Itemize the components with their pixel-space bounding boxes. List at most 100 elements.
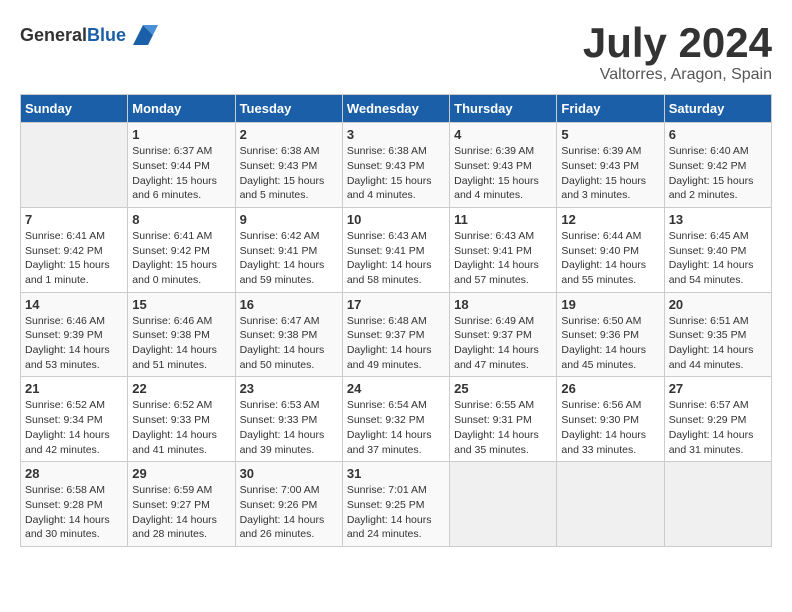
day-info: Sunrise: 6:41 AMSunset: 9:42 PMDaylight:…: [132, 229, 230, 288]
logo: GeneralBlue: [20, 20, 158, 50]
calendar-cell: 13Sunrise: 6:45 AMSunset: 9:40 PMDayligh…: [664, 207, 771, 292]
day-header-tuesday: Tuesday: [235, 95, 342, 123]
day-number: 8: [132, 212, 230, 227]
calendar-cell: 1 Sunrise: 6:37 AMSunset: 9:44 PMDaylight…: [128, 123, 235, 208]
day-info: Sunrise: 7:00 AMSunset: 9:26 PMDaylight:…: [240, 483, 338, 542]
calendar-cell: 14 Sunrise: 6:46 AMSunset: 9:39 PMDayligh…: [21, 292, 128, 377]
day-info: Sunrise: 6:51 AMSunset: 9:35 PMDaylight:…: [669, 314, 767, 373]
day-info: Sunrise: 6:38 AMSunset: 9:43 PMDaylight:…: [240, 144, 338, 203]
day-number: 30: [240, 466, 338, 481]
calendar-cell: 26Sunrise: 6:56 AMSunset: 9:30 PMDayligh…: [557, 377, 664, 462]
day-info: Sunrise: 6:44 AMSunset: 9:40 PMDaylight:…: [561, 229, 659, 288]
day-info: Sunrise: 6:43 AMSunset: 9:41 PMDaylight:…: [347, 229, 445, 288]
day-info: Sunrise: 6:38 AMSunset: 9:43 PMDaylight:…: [347, 144, 445, 203]
calendar-header-row: SundayMondayTuesdayWednesdayThursdayFrid…: [21, 95, 772, 123]
day-header-friday: Friday: [557, 95, 664, 123]
day-number: 27: [669, 381, 767, 396]
day-info: Sunrise: 6:54 AMSunset: 9:32 PMDaylight:…: [347, 398, 445, 457]
day-header-monday: Monday: [128, 95, 235, 123]
calendar-week-4: 21Sunrise: 6:52 AMSunset: 9:34 PMDayligh…: [21, 377, 772, 462]
day-number: 1: [132, 127, 230, 142]
header: GeneralBlue July 2024 Valtorres, Aragon,…: [20, 20, 772, 84]
day-header-thursday: Thursday: [450, 95, 557, 123]
calendar-cell: 3 Sunrise: 6:38 AMSunset: 9:43 PMDaylight…: [342, 123, 449, 208]
day-number: 9: [240, 212, 338, 227]
day-info: Sunrise: 6:52 AMSunset: 9:33 PMDaylight:…: [132, 398, 230, 457]
day-info: Sunrise: 6:50 AMSunset: 9:36 PMDaylight:…: [561, 314, 659, 373]
day-number: 24: [347, 381, 445, 396]
day-info: Sunrise: 7:01 AMSunset: 9:25 PMDaylight:…: [347, 483, 445, 542]
calendar-cell: 11 Sunrise: 6:43 AMSunset: 9:41 PMDayligh…: [450, 207, 557, 292]
calendar-cell: 12 Sunrise: 6:44 AMSunset: 9:40 PMDayligh…: [557, 207, 664, 292]
day-number: 17: [347, 297, 445, 312]
calendar-body: 1 Sunrise: 6:37 AMSunset: 9:44 PMDaylight…: [21, 123, 772, 547]
day-number: 7: [25, 212, 123, 227]
calendar-table: SundayMondayTuesdayWednesdayThursdayFrid…: [20, 94, 772, 547]
calendar-cell: 6Sunrise: 6:40 AMSunset: 9:42 PMDaylight…: [664, 123, 771, 208]
day-number: 19: [561, 297, 659, 312]
calendar-week-5: 28Sunrise: 6:58 AMSunset: 9:28 PMDayligh…: [21, 462, 772, 547]
subtitle: Valtorres, Aragon, Spain: [583, 66, 772, 84]
day-number: 3: [347, 127, 445, 142]
calendar-week-2: 7 Sunrise: 6:41 AMSunset: 9:42 PMDaylight…: [21, 207, 772, 292]
calendar-cell: 20 Sunrise: 6:51 AMSunset: 9:35 PMDayligh…: [664, 292, 771, 377]
calendar-cell: 19 Sunrise: 6:50 AMSunset: 9:36 PMDayligh…: [557, 292, 664, 377]
calendar-cell: 27Sunrise: 6:57 AMSunset: 9:29 PMDayligh…: [664, 377, 771, 462]
day-info: Sunrise: 6:46 AMSunset: 9:39 PMDaylight:…: [25, 314, 123, 373]
day-info: Sunrise: 6:43 AMSunset: 9:41 PMDaylight:…: [454, 229, 552, 288]
calendar-cell: 2 Sunrise: 6:38 AMSunset: 9:43 PMDaylight…: [235, 123, 342, 208]
day-info: Sunrise: 6:48 AMSunset: 9:37 PMDaylight:…: [347, 314, 445, 373]
day-info: Sunrise: 6:49 AMSunset: 9:37 PMDaylight:…: [454, 314, 552, 373]
day-number: 13: [669, 212, 767, 227]
day-number: 2: [240, 127, 338, 142]
calendar-cell: 10Sunrise: 6:43 AMSunset: 9:41 PMDayligh…: [342, 207, 449, 292]
day-number: 31: [347, 466, 445, 481]
calendar-cell: [664, 462, 771, 547]
day-number: 4: [454, 127, 552, 142]
day-info: Sunrise: 6:47 AMSunset: 9:38 PMDaylight:…: [240, 314, 338, 373]
calendar-cell: 30 Sunrise: 7:00 AMSunset: 9:26 PMDayligh…: [235, 462, 342, 547]
day-info: Sunrise: 6:39 AMSunset: 9:43 PMDaylight:…: [561, 144, 659, 203]
title-area: July 2024 Valtorres, Aragon, Spain: [583, 20, 772, 84]
day-number: 18: [454, 297, 552, 312]
day-info: Sunrise: 6:59 AMSunset: 9:27 PMDaylight:…: [132, 483, 230, 542]
calendar-cell: 16 Sunrise: 6:47 AMSunset: 9:38 PMDayligh…: [235, 292, 342, 377]
day-info: Sunrise: 6:53 AMSunset: 9:33 PMDaylight:…: [240, 398, 338, 457]
day-info: Sunrise: 6:37 AMSunset: 9:44 PMDaylight:…: [132, 144, 230, 203]
calendar-cell: 28Sunrise: 6:58 AMSunset: 9:28 PMDayligh…: [21, 462, 128, 547]
day-number: 12: [561, 212, 659, 227]
day-info: Sunrise: 6:39 AMSunset: 9:43 PMDaylight:…: [454, 144, 552, 203]
day-info: Sunrise: 6:46 AMSunset: 9:38 PMDaylight:…: [132, 314, 230, 373]
day-info: Sunrise: 6:56 AMSunset: 9:30 PMDaylight:…: [561, 398, 659, 457]
calendar-cell: [21, 123, 128, 208]
calendar-cell: 9Sunrise: 6:42 AMSunset: 9:41 PMDaylight…: [235, 207, 342, 292]
day-number: 22: [132, 381, 230, 396]
day-header-saturday: Saturday: [664, 95, 771, 123]
calendar-cell: 15 Sunrise: 6:46 AMSunset: 9:38 PMDayligh…: [128, 292, 235, 377]
day-number: 14: [25, 297, 123, 312]
day-number: 28: [25, 466, 123, 481]
day-number: 21: [25, 381, 123, 396]
day-number: 25: [454, 381, 552, 396]
calendar-cell: 8 Sunrise: 6:41 AMSunset: 9:42 PMDaylight…: [128, 207, 235, 292]
calendar-cell: 23 Sunrise: 6:53 AMSunset: 9:33 PMDayligh…: [235, 377, 342, 462]
day-number: 11: [454, 212, 552, 227]
day-info: Sunrise: 6:55 AMSunset: 9:31 PMDaylight:…: [454, 398, 552, 457]
day-header-wednesday: Wednesday: [342, 95, 449, 123]
calendar-cell: 5 Sunrise: 6:39 AMSunset: 9:43 PMDaylight…: [557, 123, 664, 208]
calendar-cell: 29 Sunrise: 6:59 AMSunset: 9:27 PMDayligh…: [128, 462, 235, 547]
calendar-cell: 24 Sunrise: 6:54 AMSunset: 9:32 PMDayligh…: [342, 377, 449, 462]
day-header-sunday: Sunday: [21, 95, 128, 123]
day-number: 29: [132, 466, 230, 481]
day-number: 6: [669, 127, 767, 142]
day-number: 5: [561, 127, 659, 142]
calendar-cell: 17 Sunrise: 6:48 AMSunset: 9:37 PMDayligh…: [342, 292, 449, 377]
day-number: 15: [132, 297, 230, 312]
calendar-cell: 22 Sunrise: 6:52 AMSunset: 9:33 PMDayligh…: [128, 377, 235, 462]
day-number: 20: [669, 297, 767, 312]
logo-text: GeneralBlue: [20, 25, 126, 46]
day-info: Sunrise: 6:41 AMSunset: 9:42 PMDaylight:…: [25, 229, 123, 288]
calendar-week-1: 1 Sunrise: 6:37 AMSunset: 9:44 PMDaylight…: [21, 123, 772, 208]
day-number: 16: [240, 297, 338, 312]
day-number: 23: [240, 381, 338, 396]
